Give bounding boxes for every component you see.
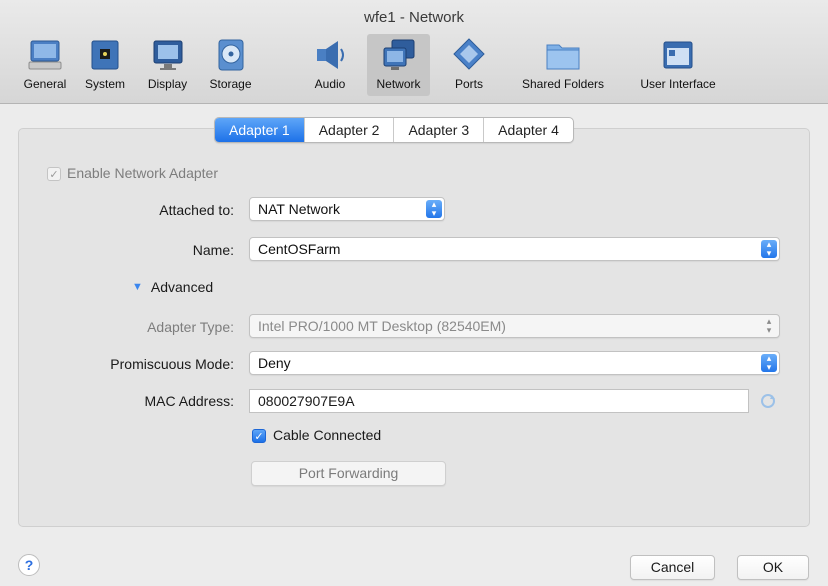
toolbar-storage-label: Storage [209,77,252,91]
chevron-updown-icon: ▴ ▾ [761,354,777,372]
network-icon [383,39,414,70]
toolbar-audio[interactable]: Audio [308,34,352,96]
toolbar-system[interactable]: System [80,34,130,96]
toolbar-system-label: System [84,77,125,91]
ok-button[interactable]: OK [737,555,809,580]
enable-adapter-label: Enable Network Adapter [67,165,218,181]
enable-adapter-checkbox[interactable]: ✓ [47,167,61,181]
mac-address-label: MAC Address: [144,393,234,409]
mac-address-field[interactable]: 080027907E9A [249,389,749,413]
attached-to-select[interactable]: NAT Network ▴ ▾ [249,197,445,221]
toolbar-ports-label: Ports [454,77,483,91]
chevron-updown-icon: ▴ ▾ [766,316,772,335]
attached-to-label: Attached to: [159,202,234,218]
toolbar-display[interactable]: Display [140,34,195,96]
refresh-icon[interactable] [760,393,776,409]
toolbar-shared-folders-label: Shared Folders [521,77,605,91]
name-select[interactable]: CentOSFarm ▴ ▾ [249,237,780,261]
promiscuous-mode-select[interactable]: Deny ▴ ▾ [249,351,780,375]
storage-icon [218,39,243,71]
toolbar-user-interface-label: User Interface [640,77,716,91]
toolbar-user-interface[interactable]: User Interface [632,34,724,96]
chevron-updown-icon: ▴ ▾ [761,240,777,258]
toolbar-general-label: General [23,77,67,91]
disclosure-triangle-icon: ▼ [132,281,143,293]
promiscuous-mode-label: Promiscuous Mode: [110,356,234,372]
chevron-updown-icon: ▴ ▾ [426,200,442,218]
toolbar-shared-folders[interactable]: Shared Folders [513,34,613,96]
general-icon [28,40,62,70]
toolbar-general[interactable]: General [20,34,70,96]
name-label: Name: [192,242,234,258]
promiscuous-mode-value: Deny [258,355,291,371]
cable-connected-checkbox[interactable]: ✓ [252,429,266,443]
window-toolbar: wfe1 - Network General System Display St… [0,0,828,104]
advanced-disclosure[interactable]: ▼ Advanced [132,279,213,295]
cancel-button[interactable]: Cancel [630,555,715,580]
adapter-type-select[interactable]: Intel PRO/1000 MT Desktop (82540EM) ▴ ▾ [249,314,780,338]
adapter-type-label: Adapter Type: [147,319,234,335]
toolbar-audio-label: Audio [314,77,346,91]
mac-address-value: 080027907E9A [258,393,355,409]
adapter-type-value: Intel PRO/1000 MT Desktop (82540EM) [258,318,506,334]
system-icon [91,40,119,70]
toolbar-storage[interactable]: Storage [203,34,258,96]
toolbar-ports[interactable]: Ports [445,34,493,96]
toolbar-network-label: Network [376,77,421,91]
tab-adapter-3[interactable]: Adapter 3 [394,118,485,142]
advanced-label: Advanced [150,279,214,295]
port-forwarding-button[interactable]: Port Forwarding [251,461,446,486]
ports-icon [453,38,485,70]
tab-adapter-1[interactable]: Adapter 1 [215,118,305,142]
cable-connected-label: Cable Connected [273,427,382,443]
attached-to-value: NAT Network [258,201,340,217]
tab-adapter-2[interactable]: Adapter 2 [305,118,395,142]
adapter-tabs: Adapter 1 Adapter 2 Adapter 3 Adapter 4 [214,117,574,143]
user-interface-icon [663,41,693,69]
toolbar-network[interactable]: Network [367,34,430,96]
help-button[interactable]: ? [18,554,40,576]
tab-adapter-4[interactable]: Adapter 4 [484,118,573,142]
toolbar-display-label: Display [147,77,188,91]
window-title: wfe1 - Network [363,9,465,26]
audio-icon [317,41,344,69]
shared-folders-icon [546,44,580,70]
display-icon [153,40,182,70]
name-value: CentOSFarm [258,241,341,257]
